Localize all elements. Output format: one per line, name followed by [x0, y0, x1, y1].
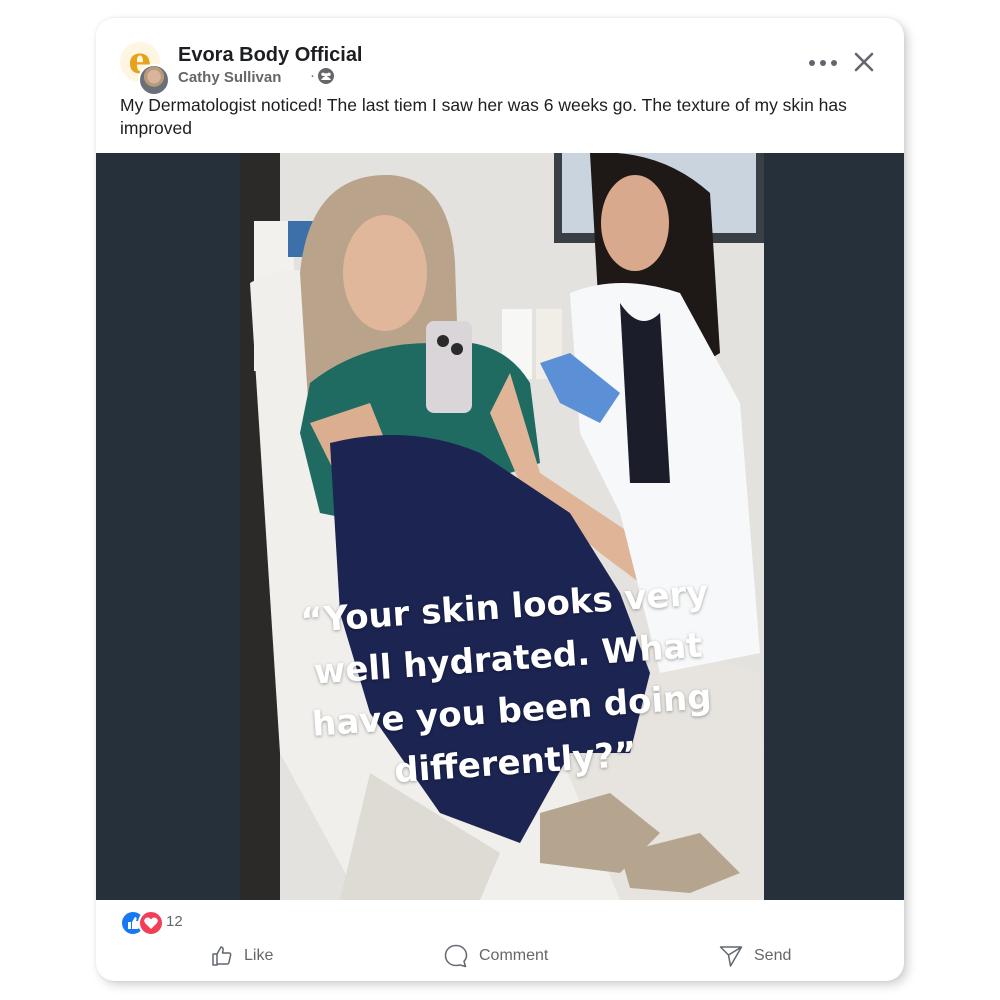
comment-button[interactable]: Comment — [443, 938, 548, 974]
meta-separator: · — [310, 67, 315, 84]
post-photo[interactable]: “Your skin looks very well hydrated. Wha… — [240, 153, 764, 900]
photo-overlay-quote: “Your skin looks very well hydrated. Wha… — [263, 565, 756, 806]
post-avatar-group[interactable]: e — [120, 42, 170, 96]
post-caption: My Dermatologist noticed! The last tiem … — [120, 95, 847, 138]
like-button[interactable]: Like — [210, 938, 273, 974]
love-icon — [138, 910, 164, 936]
like-label: Like — [244, 947, 274, 964]
comment-icon — [444, 944, 468, 968]
group-audience-icon[interactable] — [318, 68, 334, 84]
send-button[interactable]: Send — [718, 938, 791, 974]
close-icon[interactable] — [850, 48, 878, 76]
more-options-icon[interactable] — [806, 54, 840, 72]
reaction-count: 12 — [166, 913, 183, 930]
author-name-link[interactable]: Cathy Sullivan — [178, 69, 281, 86]
post-media[interactable]: “Your skin looks very well hydrated. Wha… — [96, 153, 904, 900]
page-name-link[interactable]: Evora Body Official — [178, 44, 363, 67]
send-label: Send — [754, 947, 792, 964]
post-card: e Evora Body Official Cathy Sullivan · M… — [96, 18, 904, 981]
send-icon — [719, 946, 743, 967]
author-avatar[interactable] — [138, 64, 170, 96]
comment-label: Comment — [479, 947, 549, 964]
thumbs-up-icon — [212, 946, 232, 966]
